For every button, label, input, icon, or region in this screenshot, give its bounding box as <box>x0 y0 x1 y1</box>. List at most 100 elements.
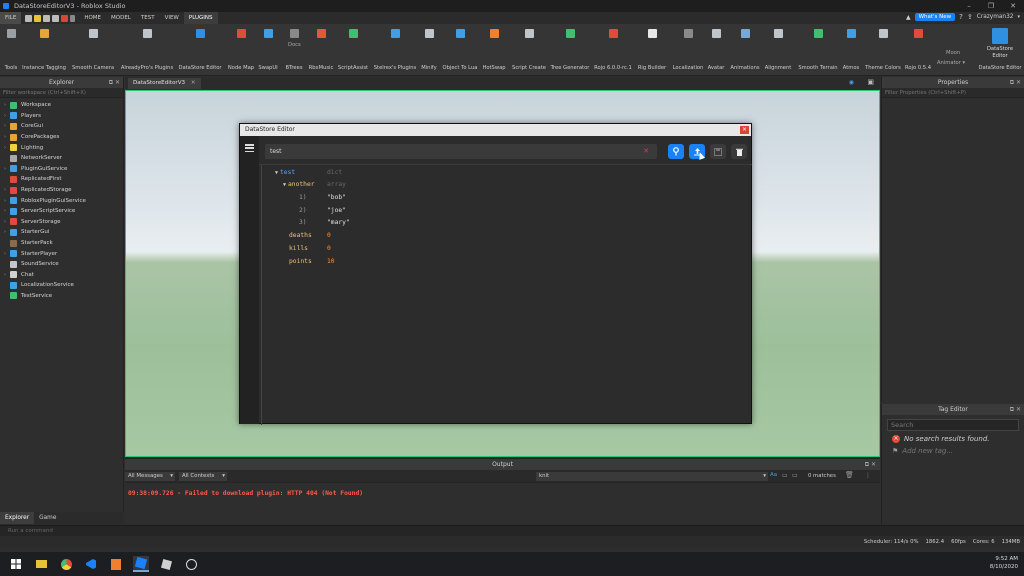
tab-plugins[interactable]: PLUGINS <box>183 12 218 24</box>
ribbon-rojo-6-0-0-rc-1-button[interactable]: Rojo 6.0.0-rc.1 <box>593 24 633 76</box>
save-button[interactable] <box>710 144 726 159</box>
expand-arrow-icon[interactable]: › <box>0 123 10 129</box>
ribbon-alignment-button[interactable]: Alignment <box>758 24 798 76</box>
delete-button[interactable] <box>731 144 747 159</box>
ribbon-scriptassist-button[interactable]: ScriptAssist <box>333 24 373 76</box>
roblox-studio-taskbar-icon[interactable] <box>133 556 149 572</box>
explorer-item-players[interactable]: › Players <box>0 111 123 122</box>
ribbon-tree-generator-button[interactable]: Tree Generator <box>550 24 590 76</box>
explorer-item-networkserver[interactable]: NetworkServer <box>0 153 123 164</box>
collapse-ribbon-icon[interactable]: ▲ <box>906 14 911 21</box>
panel-dock-icon[interactable]: ⧉ ✕ <box>1010 77 1021 88</box>
explorer-item-replicatedfirst[interactable]: ReplicatedFirst <box>0 174 123 185</box>
explorer-item-testservice[interactable]: TestService <box>0 291 123 302</box>
match-case-toggle[interactable]: Aa <box>770 472 777 478</box>
explorer-item-serverstorage[interactable]: › ServerStorage <box>0 217 123 228</box>
contexts-filter-select[interactable]: All Contexts ▾ <box>179 472 227 481</box>
ribbon-hotswap-button[interactable]: HotSwap <box>474 24 514 76</box>
ribbon-rig-builder-button[interactable]: Rig Builder <box>632 24 672 76</box>
tree-row-deaths[interactable]: deaths 0 <box>289 230 331 242</box>
explorer-item-startergui[interactable]: › StarterGui <box>0 227 123 238</box>
ribbon-script-create-button[interactable]: Script Create <box>509 24 549 76</box>
expand-arrow-icon[interactable]: › <box>0 166 10 172</box>
explorer-item-starterpack[interactable]: StarterPack <box>0 238 123 249</box>
messages-filter-select[interactable]: All Messages ▾ <box>125 472 175 481</box>
animator-dropdown[interactable]: Animator ▾ <box>937 60 965 66</box>
tree-row-index-3[interactable]: 3) "mary" <box>299 217 350 229</box>
tab-close-icon[interactable]: ✕ <box>191 80 196 86</box>
explorer-item-corepackages[interactable]: › CorePackages <box>0 132 123 143</box>
explorer-item-coregui[interactable]: › CoreGui <box>0 121 123 132</box>
expand-arrow-icon[interactable]: › <box>0 229 10 235</box>
explorer-item-soundservice[interactable]: SoundService <box>0 259 123 270</box>
download-key-button[interactable] <box>668 144 684 159</box>
collapse-arrow-icon[interactable]: ▼ <box>275 170 278 176</box>
whole-word-icon[interactable]: ▭ <box>782 472 788 479</box>
datastore-editor-titlebar[interactable]: DataStore Editor × <box>240 124 751 136</box>
expand-arrow-icon[interactable]: › <box>0 113 10 119</box>
help-icon[interactable]: ? <box>959 13 963 21</box>
explorer-item-starterplayer[interactable]: › StarterPlayer <box>0 248 123 259</box>
tree-row-test[interactable]: ▼ test dict <box>275 167 342 179</box>
tree-row-points[interactable]: points 10 <box>289 256 335 268</box>
panel-dock-icon[interactable]: ⧉ ✕ <box>865 459 876 470</box>
close-icon[interactable]: ✕ <box>1002 0 1024 12</box>
tab-game[interactable]: Game <box>34 512 61 524</box>
tree-row-index-1[interactable]: 1) "bob" <box>299 192 346 204</box>
tag-search-input[interactable]: Search <box>887 419 1019 431</box>
maximize-icon[interactable]: ❐ <box>980 0 1002 12</box>
expand-arrow-icon[interactable]: › <box>0 102 10 108</box>
expand-arrow-icon[interactable]: › <box>0 134 10 140</box>
datastore-editor-close-icon[interactable]: × <box>740 126 749 134</box>
tab-explorer[interactable]: Explorer <box>0 512 35 524</box>
panel-dock-icon[interactable]: ⧉ ✕ <box>1010 404 1021 415</box>
expand-arrow-icon[interactable]: › <box>0 198 10 204</box>
collapse-arrow-icon[interactable]: ▼ <box>283 182 286 188</box>
panel-dock-icon[interactable]: ⧉ ✕ <box>109 77 120 88</box>
expand-arrow-icon[interactable]: › <box>0 272 10 278</box>
dropdown-icon[interactable] <box>70 14 76 22</box>
clear-output-icon[interactable]: 🗑 <box>845 471 854 479</box>
explorer-item-chat[interactable]: › Chat <box>0 270 123 281</box>
docs-label[interactable]: Docs <box>288 42 301 48</box>
expand-arrow-icon[interactable]: › <box>0 208 10 214</box>
viewport-layout-icon[interactable]: ▣ <box>867 78 874 86</box>
explorer-item-lighting[interactable]: › Lighting <box>0 142 123 153</box>
expand-arrow-icon[interactable]: › <box>0 187 10 193</box>
regex-icon[interactable]: ▭ <box>792 472 798 479</box>
user-name[interactable]: Crazyman32 <box>977 14 1014 20</box>
expand-arrow-icon[interactable]: › <box>0 219 10 225</box>
add-new-tag-row[interactable]: ⚑ Add new tag... <box>892 447 1024 455</box>
taskbar-clock[interactable]: 9:52 AM 8/10/2020 <box>990 555 1018 571</box>
tab-home[interactable]: HOME <box>79 12 106 24</box>
explorer-item-localizationservice[interactable]: LocalizationService <box>0 280 123 291</box>
hamburger-menu-icon[interactable] <box>245 144 254 153</box>
explorer-item-robloxpluginguiservice[interactable]: › RobloxPluginGuiService <box>0 195 123 206</box>
obs-taskbar-icon[interactable] <box>183 556 199 572</box>
ribbon-rojo-0-5-4-button[interactable]: Rojo 0.5.4 <box>898 24 938 76</box>
redo-icon[interactable] <box>61 14 69 22</box>
file-menu[interactable]: FILE <box>0 12 22 24</box>
tab-datastoreeditorv3[interactable]: DataStoreEditorV3 ✕ <box>128 78 201 89</box>
ribbon-instance-tagging-button[interactable]: Instance Tagging <box>22 24 66 76</box>
properties-filter-input[interactable]: Filter Properties (Ctrl+Shift+P) <box>882 88 1024 98</box>
tree-row-index-2[interactable]: 2) "joe" <box>299 205 346 217</box>
start-button[interactable] <box>8 556 24 572</box>
command-bar-input[interactable]: Run a command <box>0 525 1024 536</box>
new-file-icon[interactable] <box>25 14 33 22</box>
share-icon[interactable]: ⇪ <box>967 13 973 21</box>
explorer-filter-input[interactable]: Filter workspace (Ctrl+Shift+X) <box>0 88 123 98</box>
undo-icon[interactable] <box>52 14 60 22</box>
file-explorer-taskbar-icon[interactable] <box>33 556 49 572</box>
tab-view[interactable]: VIEW <box>160 12 184 24</box>
tab-test[interactable]: TEST <box>136 12 160 24</box>
ribbon-alreadypro-s-plugins-button[interactable]: AlreadyPro's Plugins <box>121 24 173 76</box>
tree-row-kills[interactable]: kills 0 <box>289 243 331 255</box>
tab-model[interactable]: MODEL <box>106 12 136 24</box>
expand-arrow-icon[interactable]: › <box>0 251 10 257</box>
minimize-icon[interactable]: – <box>958 0 980 12</box>
explorer-item-serverscriptservice[interactable]: › ServerScriptService <box>0 206 123 217</box>
output-search-input[interactable]: knit ▾ <box>536 472 768 481</box>
viewport-view-icon[interactable]: ◉ <box>849 79 854 86</box>
chrome-taskbar-icon[interactable] <box>58 556 74 572</box>
